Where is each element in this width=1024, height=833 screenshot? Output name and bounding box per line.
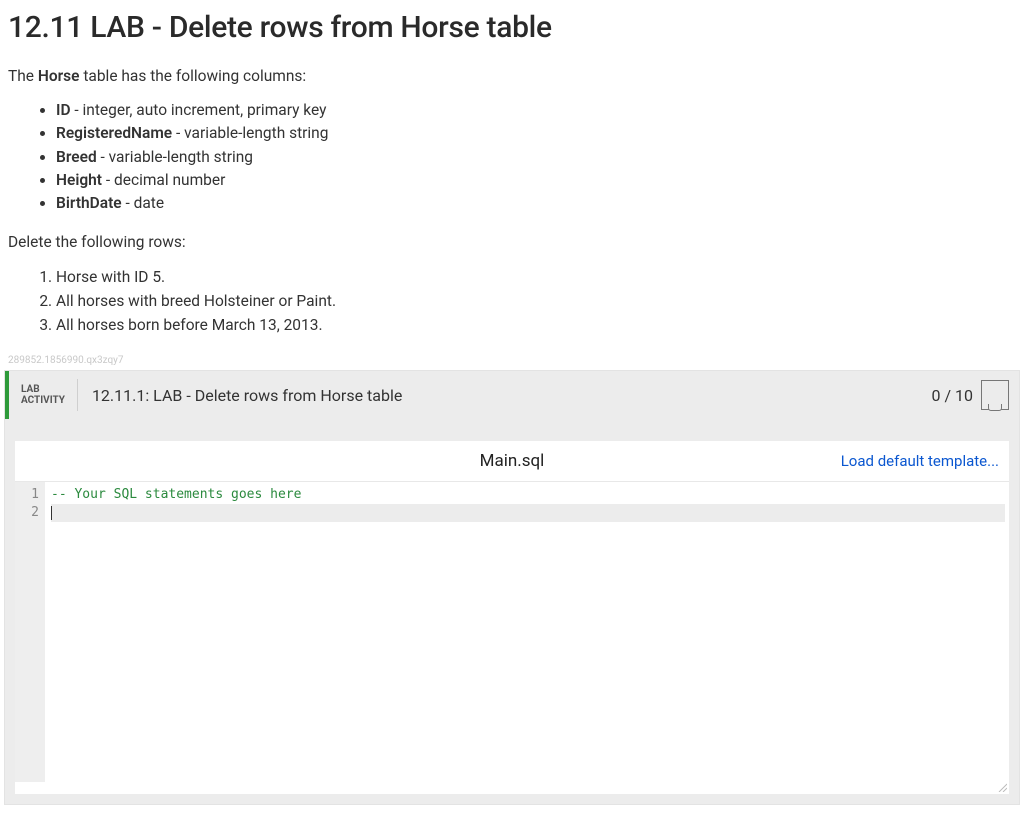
line-number-gutter: 1 2 (15, 482, 45, 782)
column-desc: - decimal number (102, 171, 225, 189)
step-item: All horses born before March 13, 2013. (56, 313, 1016, 337)
intro-pre: The (8, 67, 38, 85)
load-default-template-link[interactable]: Load default template... (841, 452, 999, 470)
column-desc: - variable-length string (97, 148, 253, 166)
column-name: BirthDate (56, 194, 122, 212)
lab-header: LAB ACTIVITY 12.11.1: LAB - Delete rows … (5, 371, 1019, 419)
delete-steps: Horse with ID 5. All horses with breed H… (8, 265, 1016, 337)
column-name: ID (56, 101, 71, 119)
lab-title: 12.11.1: LAB - Delete rows from Horse ta… (78, 386, 932, 405)
bookmark-icon[interactable] (981, 380, 1009, 410)
lab-score: 0 / 10 (931, 386, 981, 405)
column-name: RegisteredName (56, 124, 172, 142)
columns-list: ID - integer, auto increment, primary ke… (8, 99, 1016, 215)
intro-post: table has the following columns: (80, 67, 307, 85)
line-number: 2 (15, 504, 45, 522)
intro-text: The Horse table has the following column… (8, 67, 1016, 85)
code-comment: -- Your SQL statements goes here (51, 487, 301, 502)
column-item: Height - decimal number (56, 169, 1016, 192)
column-item: ID - integer, auto increment, primary ke… (56, 99, 1016, 122)
code-editor[interactable]: 1 2 -- Your SQL statements goes here (15, 482, 1009, 782)
file-header: Main.sql Load default template... (15, 441, 1009, 482)
lab-badge-line2: ACTIVITY (21, 395, 65, 406)
lab-activity-box: LAB ACTIVITY 12.11.1: LAB - Delete rows … (4, 370, 1020, 805)
lab-badge-line1: LAB (21, 384, 65, 395)
lab-badge: LAB ACTIVITY (9, 379, 78, 411)
column-item: BirthDate - date (56, 192, 1016, 215)
filename: Main.sql (480, 451, 545, 471)
page-title: 12.11 LAB - Delete rows from Horse table (8, 10, 1016, 45)
code-line[interactable] (51, 504, 1005, 522)
delete-intro: Delete the following rows: (8, 233, 1016, 251)
code-line[interactable]: -- Your SQL statements goes here (51, 486, 1005, 504)
intro-table-name: Horse (38, 67, 80, 85)
column-name: Breed (56, 148, 97, 166)
column-item: RegisteredName - variable-length string (56, 122, 1016, 145)
resize-handle-icon[interactable] (15, 782, 1009, 794)
text-cursor (51, 506, 52, 520)
code-editor-wrap: Main.sql Load default template... 1 2 --… (15, 441, 1009, 794)
column-name: Height (56, 171, 102, 189)
column-desc: - date (122, 194, 164, 212)
content-id: 289852.1856990.qx3zqy7 (8, 355, 1016, 366)
step-item: Horse with ID 5. (56, 265, 1016, 289)
line-number: 1 (15, 486, 45, 504)
step-item: All horses with breed Holsteiner or Pain… (56, 289, 1016, 313)
column-desc: - variable-length string (172, 124, 328, 142)
column-item: Breed - variable-length string (56, 146, 1016, 169)
code-lines[interactable]: -- Your SQL statements goes here (15, 482, 1009, 526)
column-desc: - integer, auto increment, primary key (71, 101, 327, 119)
